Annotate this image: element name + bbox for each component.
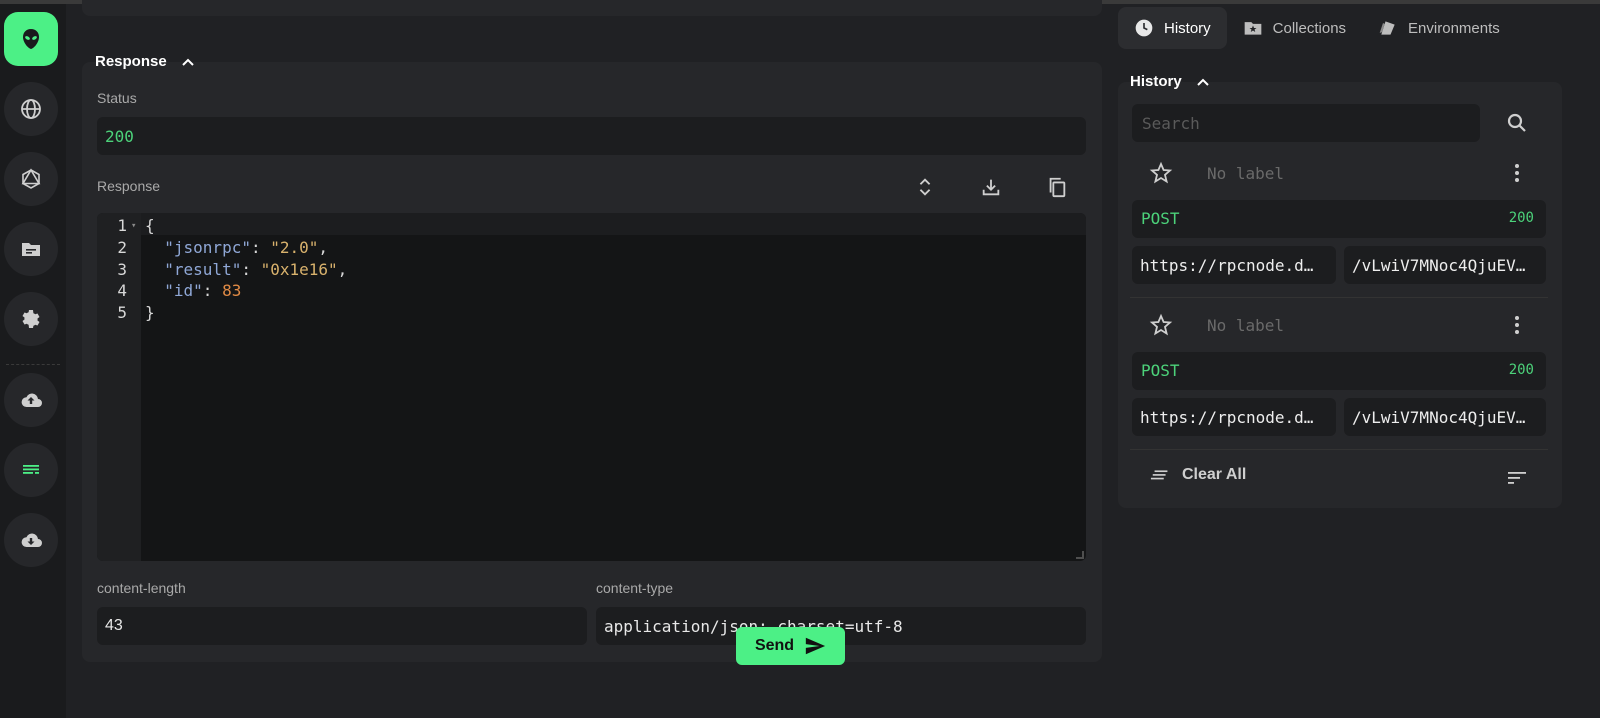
status-value: 200 <box>105 126 134 146</box>
download-button[interactable] <box>4 513 58 567</box>
more-vert-icon[interactable] <box>1507 161 1527 185</box>
globe-icon <box>21 99 41 119</box>
expand-toggle-button[interactable] <box>911 173 939 201</box>
entry-url[interactable]: https://rpcnode.d… <box>1132 246 1336 284</box>
active-line-highlight <box>141 213 1086 235</box>
entry-url[interactable]: https://rpcnode.d… <box>1132 398 1336 436</box>
entry-status: 200 <box>1508 362 1534 378</box>
code-line: "id": 83 <box>164 281 242 300</box>
send-button-label: Send <box>754 637 795 654</box>
chevron-up-icon <box>1196 78 1209 86</box>
header-value: 43 <box>105 617 123 634</box>
header-name-label: content-length <box>97 580 186 596</box>
folder-star-icon <box>1244 22 1262 35</box>
fold-arrow-icon[interactable]: ▾ <box>131 221 136 231</box>
send-button[interactable]: Send <box>736 627 845 665</box>
json-number: 83 <box>222 281 242 300</box>
header-name-label: content-type <box>596 580 674 596</box>
layers-icon <box>1379 21 1395 35</box>
request-panel-bottom <box>82 0 1102 16</box>
sort-icon[interactable] <box>1505 466 1529 490</box>
history-entry-method-row[interactable]: POST 200 <box>1132 200 1546 238</box>
folder-doc-icon <box>22 243 40 256</box>
response-section-title: Response <box>95 53 167 70</box>
tab-label: Environments <box>1408 19 1500 37</box>
chevron-up-icon <box>181 58 194 66</box>
json-key: "result" <box>164 260 242 279</box>
response-body-editor[interactable]: 1 ▾ 2 3 4 5 { "jsonrpc": "2.0", "result"… <box>97 213 1086 561</box>
more-vert-icon[interactable] <box>1507 313 1527 337</box>
entry-method: POST <box>1141 361 1180 380</box>
clear-all-icon <box>1150 470 1168 480</box>
list-lines-icon <box>23 465 39 474</box>
sidebar-tabs: History Collections Environments <box>1118 7 1516 49</box>
entry-status: 200 <box>1508 210 1534 226</box>
tab-label: Collections <box>1272 19 1347 37</box>
documentation-nav-button[interactable] <box>4 222 58 276</box>
side-nav <box>0 4 66 718</box>
app-logo-button[interactable] <box>4 12 58 66</box>
status-label: Status <box>97 90 137 106</box>
tab-collections[interactable]: Collections <box>1227 7 1362 49</box>
status-field: 200 <box>97 117 1086 155</box>
code-brace: { <box>145 216 155 235</box>
upload-button[interactable] <box>4 373 58 427</box>
history-entry-method-row[interactable]: POST 200 <box>1132 352 1546 390</box>
entry-method: POST <box>1141 209 1180 228</box>
clear-all-button[interactable]: Clear All <box>1150 464 1246 486</box>
response-section-header[interactable]: Response <box>95 53 195 70</box>
copy-icon <box>1049 177 1066 198</box>
clock-icon <box>1135 19 1153 37</box>
line-number: 1 <box>117 216 127 235</box>
line-number: 3 <box>117 260 127 279</box>
line-number: 5 <box>117 303 127 322</box>
graphql-icon <box>21 168 41 189</box>
copy-response-button[interactable] <box>1043 173 1071 201</box>
alien-logo-icon <box>23 29 39 49</box>
unfold-icon <box>919 178 931 196</box>
code-line: { <box>145 216 155 235</box>
entry-divider <box>1130 449 1548 450</box>
response-body-label: Response <box>97 178 161 194</box>
json-string: "0x1e16" <box>260 260 338 279</box>
entry-label[interactable]: No label <box>1207 164 1284 183</box>
json-string: "2.0" <box>270 238 319 257</box>
code-line: "result": "0x1e16", <box>164 260 348 279</box>
header-value-field: 43 <box>97 607 587 645</box>
json-key: "jsonrpc" <box>164 238 251 257</box>
line-number: 4 <box>117 281 127 300</box>
send-arrow-icon <box>805 637 826 655</box>
history-panel <box>1118 82 1562 508</box>
download-icon <box>982 179 1000 196</box>
tab-label: History <box>1164 19 1211 37</box>
rail-divider <box>6 364 60 365</box>
rest-nav-button[interactable] <box>4 82 58 136</box>
clear-all-label: Clear All <box>1182 466 1247 483</box>
history-sidebar-toggle[interactable] <box>4 443 58 497</box>
editor-resize-handle[interactable] <box>1076 551 1084 559</box>
line-number: 2 <box>117 238 127 257</box>
tab-history[interactable]: History <box>1118 7 1227 49</box>
settings-nav-button[interactable] <box>4 292 58 346</box>
code-brace: } <box>145 303 155 322</box>
tab-environments[interactable]: Environments <box>1362 7 1516 49</box>
entry-label[interactable]: No label <box>1207 316 1284 335</box>
entry-path[interactable]: /vLwiV7MNoc4QjuEV… <box>1344 398 1546 436</box>
history-search-input[interactable] <box>1132 104 1480 142</box>
history-section-header[interactable]: History <box>1130 73 1210 90</box>
code-line: "jsonrpc": "2.0", <box>164 238 329 257</box>
star-icon[interactable] <box>1149 161 1173 185</box>
history-section-title: History <box>1130 73 1182 90</box>
entry-path[interactable]: /vLwiV7MNoc4QjuEV… <box>1344 246 1546 284</box>
entry-divider <box>1130 297 1548 298</box>
gear-icon <box>22 310 40 328</box>
download-response-button[interactable] <box>977 173 1005 201</box>
graphql-nav-button[interactable] <box>4 152 58 206</box>
json-key: "id" <box>164 281 203 300</box>
code-line: } <box>145 303 155 322</box>
cloud-download-icon <box>21 533 42 547</box>
cloud-upload-icon <box>21 393 42 407</box>
search-icon[interactable] <box>1505 111 1529 135</box>
star-icon[interactable] <box>1149 313 1173 337</box>
